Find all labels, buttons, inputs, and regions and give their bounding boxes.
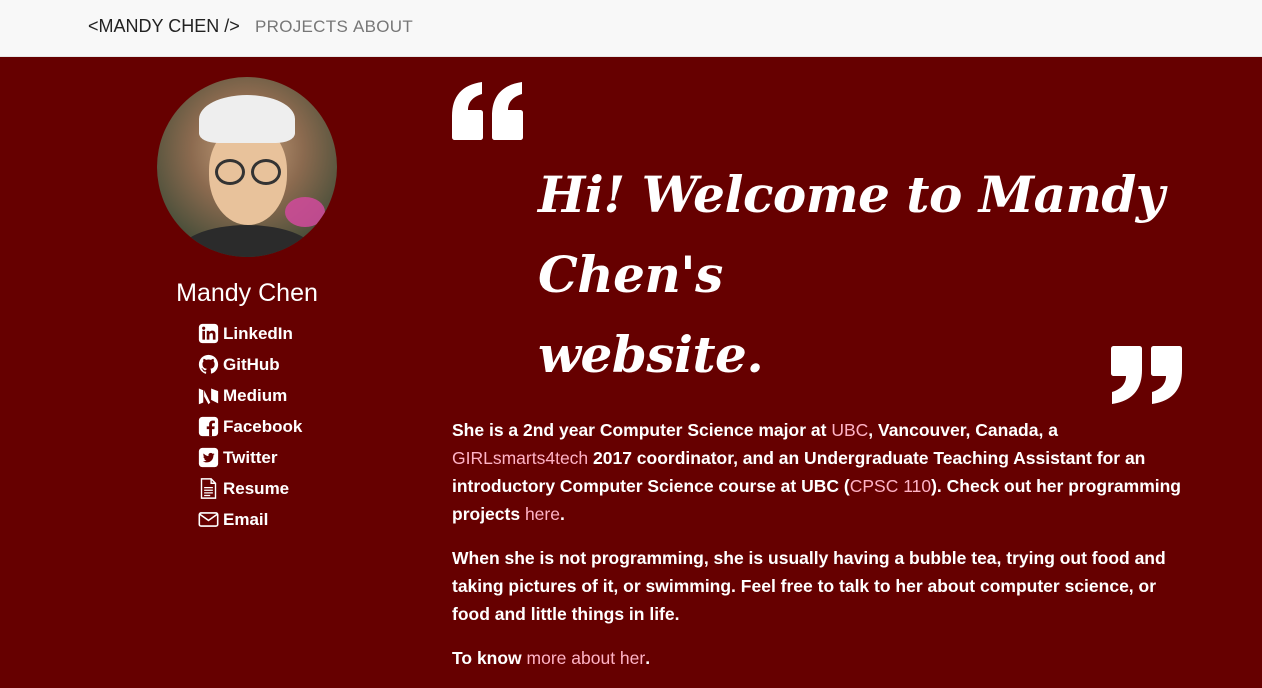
- projects-here-link[interactable]: here: [525, 504, 560, 524]
- bio-paragraph-3: To know more about her.: [452, 648, 651, 668]
- profile-avatar: [157, 77, 337, 257]
- more-about-her-link[interactable]: more about her: [527, 648, 646, 668]
- ubc-link[interactable]: UBC: [831, 420, 868, 440]
- top-navbar: <MANDY CHEN /> PROJECTS ABOUT: [0, 0, 1262, 57]
- facebook-icon: [198, 416, 219, 437]
- social-facebook[interactable]: Facebook: [198, 411, 302, 442]
- medium-icon: [198, 388, 219, 405]
- social-links: LinkedIn GitHub Medium Facebook Twitter …: [198, 318, 302, 535]
- github-icon: [198, 354, 219, 374]
- social-resume[interactable]: Resume: [198, 473, 302, 504]
- main-section: Mandy Chen LinkedIn GitHub Medium Facebo…: [0, 57, 1262, 668]
- open-quote-icon: [452, 82, 523, 140]
- profile-name: Mandy Chen: [176, 279, 318, 307]
- girlsmarts4tech-link[interactable]: GIRLsmarts4tech: [452, 448, 588, 468]
- social-linkedin[interactable]: LinkedIn: [198, 318, 302, 349]
- social-email[interactable]: Email: [198, 504, 302, 535]
- cpsc-110-link[interactable]: CPSC 110: [850, 476, 931, 496]
- document-icon: [200, 478, 217, 499]
- social-medium[interactable]: Medium: [198, 380, 302, 411]
- social-github[interactable]: GitHub: [198, 349, 302, 380]
- bio-paragraph-2: When she is not programming, she is usua…: [452, 548, 1166, 624]
- close-quote-icon: [1111, 346, 1182, 404]
- nav-about[interactable]: ABOUT: [353, 17, 413, 37]
- bio-paragraph-1: She is a 2nd year Computer Science major…: [452, 420, 1181, 524]
- social-twitter[interactable]: Twitter: [198, 442, 302, 473]
- envelope-icon: [198, 512, 219, 527]
- brand-link[interactable]: <MANDY CHEN />: [88, 16, 240, 37]
- bio-section: She is a 2nd year Computer Science major…: [452, 416, 1187, 688]
- linkedin-icon: [198, 323, 219, 344]
- twitter-icon: [198, 447, 219, 468]
- nav-projects[interactable]: PROJECTS: [255, 17, 348, 37]
